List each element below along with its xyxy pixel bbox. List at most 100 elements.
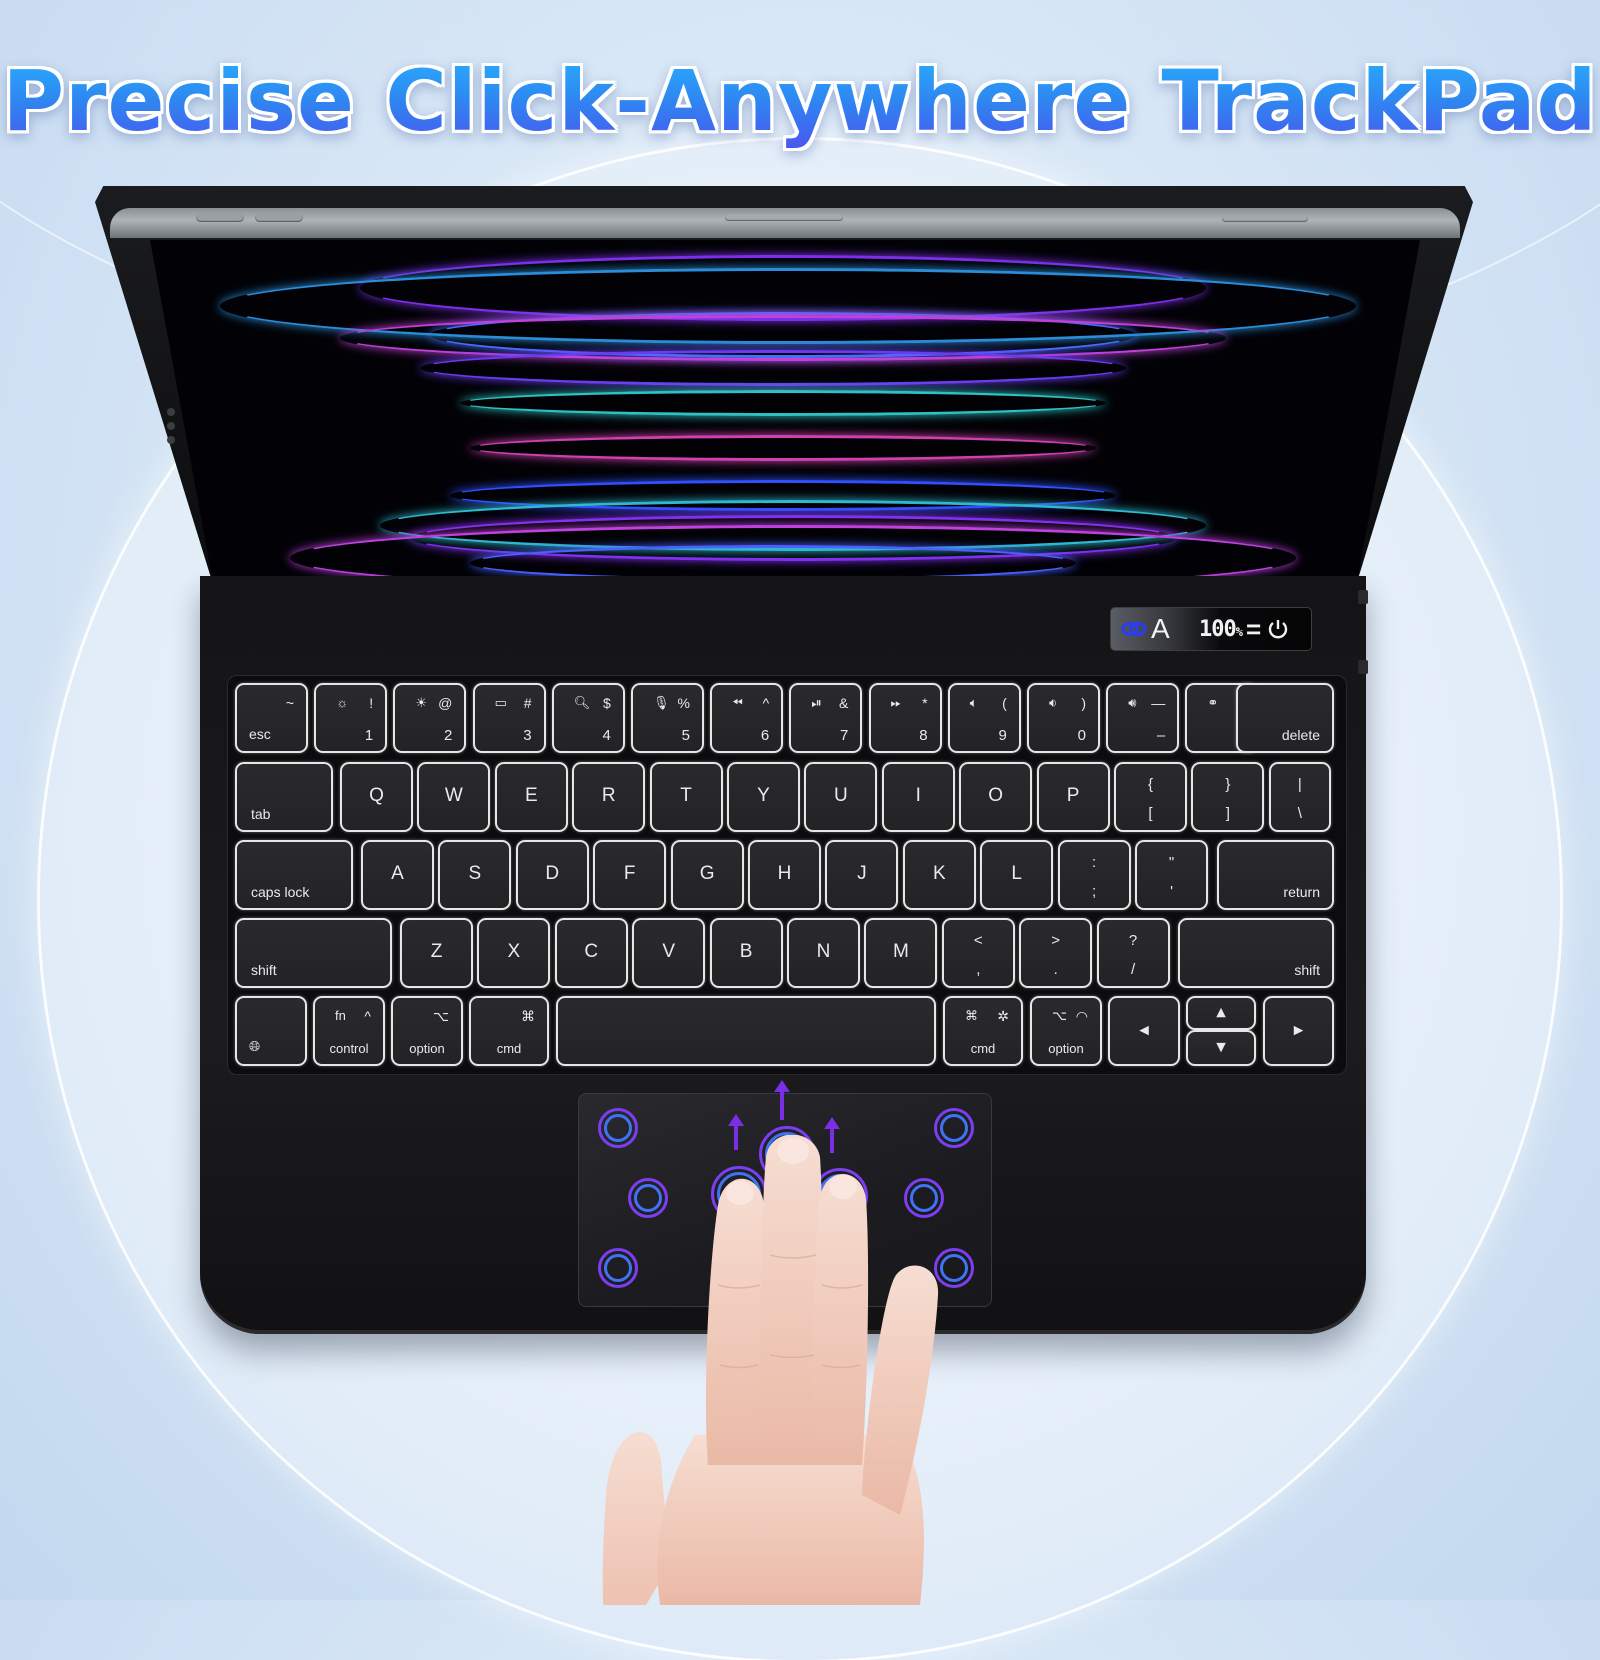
key-x[interactable]: X: [477, 918, 551, 988]
key-arrow-up[interactable]: ▴: [1186, 996, 1256, 1030]
key-slash[interactable]: ? /: [1096, 918, 1170, 988]
key-top-symbol: —: [1151, 695, 1166, 711]
key-return[interactable]: return: [1217, 840, 1334, 910]
arrow-up-icon: ▴: [1216, 1001, 1226, 1023]
key-bottom-symbol: –: [1156, 727, 1166, 744]
key-i[interactable]: I: [881, 762, 955, 832]
key-top-symbol: ^: [762, 695, 770, 711]
key-label: shift: [1294, 962, 1320, 978]
key-arrow-right[interactable]: ▸: [1263, 996, 1334, 1066]
key-top-symbol: <: [973, 932, 983, 949]
key-backslash[interactable]: | \: [1268, 762, 1331, 832]
key-arrow-left[interactable]: ◂: [1108, 996, 1180, 1066]
key-right-option[interactable]: ⌥ ◠ option: [1030, 996, 1102, 1066]
key-u[interactable]: U: [804, 762, 878, 832]
key-j[interactable]: J: [825, 840, 899, 910]
key-top-symbol: |: [1297, 776, 1302, 793]
mode-indicator: A: [1151, 613, 1170, 644]
key-rbracket[interactable]: }]: [1191, 762, 1265, 832]
key-right-cmd[interactable]: ⌘ ✲ cmd: [943, 996, 1023, 1066]
key-minus[interactable]: 🔊︎ — –: [1106, 683, 1180, 753]
key-bottom-symbol: /: [1131, 961, 1136, 978]
key-m[interactable]: M: [864, 918, 938, 988]
key-6[interactable]: ⏪︎ ^ 6: [710, 683, 784, 753]
key-v[interactable]: V: [632, 918, 706, 988]
key-l[interactable]: L: [980, 840, 1054, 910]
key-r[interactable]: R: [572, 762, 646, 832]
key-delete[interactable]: delete: [1236, 683, 1334, 753]
key-b[interactable]: B: [709, 918, 783, 988]
key-7[interactable]: ⏯︎ & 7: [789, 683, 863, 753]
key-1[interactable]: ☼! 1: [314, 683, 388, 753]
key-label: S: [468, 862, 482, 884]
key-d[interactable]: D: [515, 840, 589, 910]
power-button: [1222, 215, 1308, 222]
key-w[interactable]: W: [417, 762, 491, 832]
headline: Precise Click-Anywhere TrackPad: [0, 52, 1600, 150]
key-a[interactable]: A: [361, 840, 434, 910]
key-c[interactable]: C: [554, 918, 628, 988]
key-g[interactable]: G: [670, 840, 744, 910]
key-globe[interactable]: 🌐︎: [235, 996, 307, 1066]
key-left-shift[interactable]: shift: [235, 918, 392, 988]
key-h[interactable]: H: [748, 840, 821, 910]
key-function-icon: 🔍︎: [573, 695, 591, 710]
key-5[interactable]: 🎙︎% 5: [631, 683, 704, 753]
key-label: cmd: [496, 1041, 522, 1056]
key-function-icon: ▭: [494, 695, 507, 710]
ring-finger: [812, 1173, 869, 1465]
key-left-option[interactable]: ⌥ option: [391, 996, 463, 1066]
key-k[interactable]: K: [902, 840, 976, 910]
key-9[interactable]: 🔈︎ (9: [947, 683, 1021, 753]
key-semicolon[interactable]: :;: [1057, 840, 1131, 910]
key-8[interactable]: ⏩︎ * 8: [868, 683, 942, 753]
key-caps-lock[interactable]: caps lock: [235, 840, 353, 910]
gesture-arrow-up-icon: [774, 1080, 790, 1120]
key-tab[interactable]: tab: [235, 762, 333, 832]
key-s[interactable]: S: [438, 840, 512, 910]
globe-icon: 🌐︎: [249, 1038, 261, 1054]
key-y[interactable]: Y: [727, 762, 800, 832]
key-function-icon: 🔉︎: [1049, 695, 1058, 710]
key-3[interactable]: ▭ #3: [472, 683, 546, 753]
key-label: O: [988, 784, 1004, 806]
key-period[interactable]: >.: [1019, 918, 1093, 988]
key-q[interactable]: Q: [340, 762, 413, 832]
key-n[interactable]: N: [787, 918, 860, 988]
bluetooth-link-icon: [1121, 620, 1147, 638]
key-z[interactable]: Z: [400, 918, 473, 988]
key-label: B: [739, 940, 753, 962]
key-function-icon: ⏯︎: [811, 695, 822, 710]
key-quote[interactable]: " ': [1135, 840, 1208, 910]
key-top-symbol: ~: [285, 695, 294, 711]
key-lbracket[interactable]: {[: [1114, 762, 1187, 832]
key-e[interactable]: E: [494, 762, 568, 832]
key-o[interactable]: O: [959, 762, 1033, 832]
key-label: J: [857, 862, 867, 884]
key-p[interactable]: P: [1036, 762, 1110, 832]
key-esc[interactable]: ~ esc: [235, 683, 308, 753]
key-right-shift[interactable]: shift: [1178, 918, 1334, 988]
key-label: V: [662, 940, 676, 962]
key-arrow-down[interactable]: ▾: [1186, 1030, 1256, 1066]
key-label: A: [391, 862, 404, 884]
key-function-icon: ⚭: [1207, 695, 1219, 710]
key-space[interactable]: [556, 996, 936, 1066]
key-2[interactable]: ☀ @2: [393, 683, 467, 753]
key-4[interactable]: 🔍︎ $4: [551, 683, 625, 753]
smart-connector-dot: [167, 408, 175, 416]
key-t[interactable]: T: [649, 762, 723, 832]
index-finger: [705, 1178, 769, 1465]
wallpaper-ring: [420, 350, 1126, 386]
key-function-icon: 🔊︎: [1128, 695, 1137, 710]
key-comma[interactable]: <,: [941, 918, 1015, 988]
key-left-cmd[interactable]: ⌘ cmd: [469, 996, 549, 1066]
key-label: I: [915, 784, 921, 806]
key-top-symbol: %: [677, 695, 690, 711]
key-top-symbol: &: [839, 695, 849, 711]
key-control[interactable]: fn ^ control: [313, 996, 385, 1066]
key-0[interactable]: 🔉︎) 0: [1027, 683, 1100, 753]
key-bottom-symbol: ': [1170, 883, 1173, 900]
key-f[interactable]: F: [593, 840, 667, 910]
smart-connector-dot: [167, 436, 175, 444]
